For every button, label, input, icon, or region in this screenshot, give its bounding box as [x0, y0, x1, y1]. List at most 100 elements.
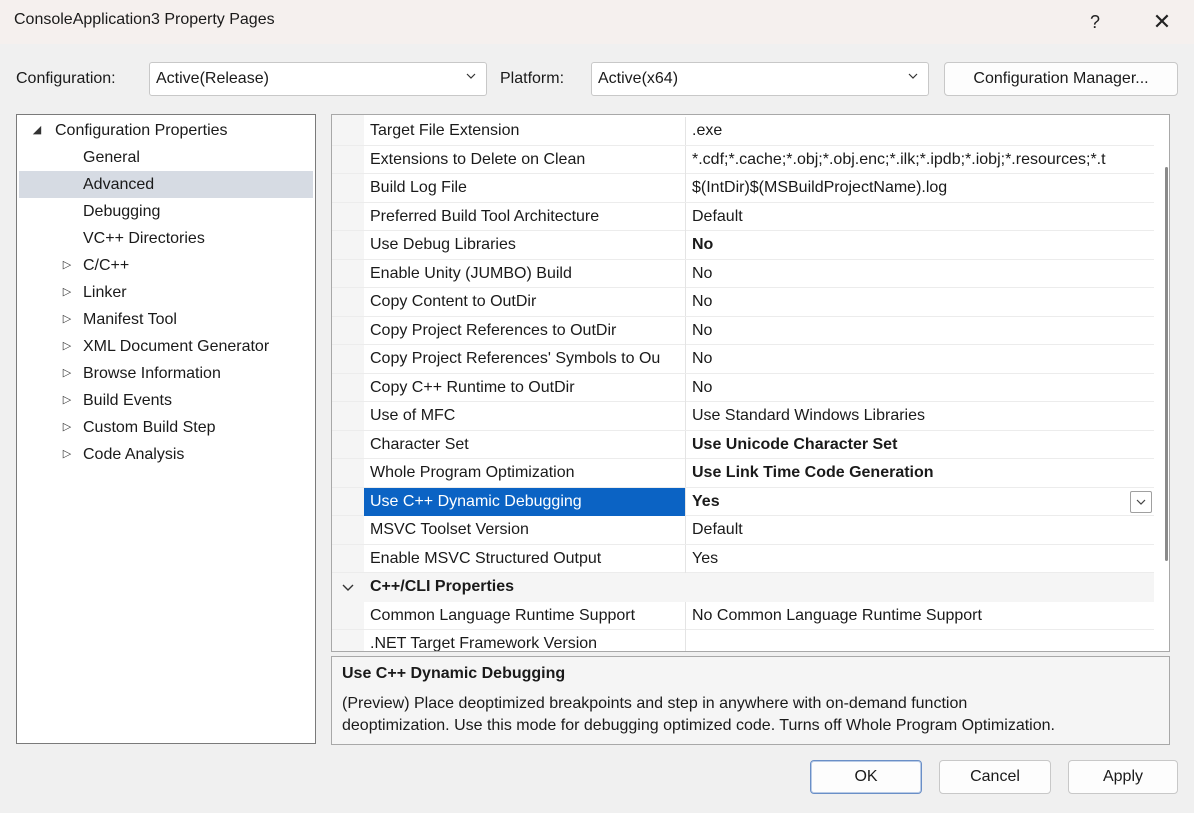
chevron-down-icon	[1136, 499, 1146, 505]
collapsed-arrow-icon[interactable]: ▷	[61, 441, 73, 468]
help-button[interactable]: ?	[1075, 4, 1115, 40]
property-row[interactable]: Enable MSVC Structured Output Yes	[332, 544, 1154, 573]
property-row[interactable]: Use Debug Libraries No	[332, 231, 1154, 260]
property-value[interactable]: Default	[686, 516, 1154, 544]
tree-item[interactable]: ▷ Build Events	[19, 387, 313, 414]
property-row[interactable]: Target File Extension .exe	[332, 117, 1154, 146]
property-name: Copy Content to OutDir	[364, 288, 686, 316]
property-row[interactable]: Copy C++ Runtime to OutDir No	[332, 373, 1154, 402]
tree-item[interactable]: ▷ C/C++	[19, 252, 313, 279]
property-name: Whole Program Optimization	[364, 459, 686, 487]
tree-item-label: Build Events	[83, 392, 172, 409]
expanded-arrow-icon[interactable]: ◢	[31, 117, 43, 144]
property-row[interactable]: .NET Target Framework Version	[332, 630, 1154, 651]
property-row[interactable]: Use C++ Dynamic Debugging Yes	[332, 487, 1154, 516]
property-row[interactable]: Copy Content to OutDir No	[332, 288, 1154, 317]
collapsed-arrow-icon[interactable]: ▷	[61, 360, 73, 387]
property-name: MSVC Toolset Version	[364, 516, 686, 544]
property-value[interactable]: No	[686, 345, 1154, 373]
collapsed-arrow-icon[interactable]: ▷	[61, 279, 73, 306]
apply-button[interactable]: Apply	[1068, 760, 1178, 794]
property-value[interactable]: Default	[686, 203, 1154, 231]
ok-button[interactable]: OK	[810, 760, 922, 794]
property-row[interactable]: Preferred Build Tool Architecture Default	[332, 202, 1154, 231]
cancel-button[interactable]: Cancel	[939, 760, 1051, 794]
close-button[interactable]: ✕	[1142, 4, 1182, 40]
property-row[interactable]: Extensions to Delete on Clean *.cdf;*.cac…	[332, 145, 1154, 174]
collapsed-arrow-icon[interactable]: ▷	[61, 306, 73, 333]
tree-item-label: Code Analysis	[83, 446, 185, 463]
configuration-dropdown[interactable]: Active(Release)	[149, 62, 487, 96]
property-value[interactable]: No	[686, 288, 1154, 316]
tree-item[interactable]: ▷ Code Analysis	[19, 441, 313, 468]
description-title: Use C++ Dynamic Debugging	[342, 665, 566, 682]
tree-item-label: Custom Build Step	[83, 419, 216, 436]
property-value[interactable]: No	[686, 231, 1154, 259]
tree-item[interactable]: ▷ Manifest Tool	[19, 306, 313, 333]
property-row[interactable]: Common Language Runtime Support No Common…	[332, 601, 1154, 630]
tree-item[interactable]: ▷ Linker	[19, 279, 313, 306]
property-row[interactable]: Use of MFC Use Standard Windows Libraries	[332, 402, 1154, 431]
tree-item[interactable]: ▷ Custom Build Step	[19, 414, 313, 441]
platform-dropdown[interactable]: Active(x64)	[591, 62, 929, 96]
tree-item[interactable]: General	[19, 144, 313, 171]
description-panel: Use C++ Dynamic Debugging (Preview) Plac…	[331, 656, 1170, 745]
chevron-down-icon	[466, 73, 476, 79]
platform-label: Platform:	[500, 70, 565, 87]
property-row[interactable]: Build Log File $(IntDir)$(MSBuildProjectN…	[332, 174, 1154, 203]
property-row[interactable]: Whole Program Optimization Use Link Time …	[332, 459, 1154, 488]
property-value[interactable]: $(IntDir)$(MSBuildProjectName).log	[686, 174, 1154, 202]
property-row[interactable]: Character Set Use Unicode Character Set	[332, 430, 1154, 459]
chevron-down-icon[interactable]	[342, 582, 354, 592]
collapsed-arrow-icon[interactable]: ▷	[61, 333, 73, 360]
property-value[interactable]: No	[686, 317, 1154, 345]
category-tree: ◢ Configuration Properties General Advanc…	[16, 114, 316, 744]
property-value[interactable]: Use Unicode Character Set	[686, 431, 1154, 459]
configuration-label: Configuration:	[16, 70, 116, 87]
property-value[interactable]: No Common Language Runtime Support	[686, 602, 1154, 630]
property-row[interactable]: MSVC Toolset Version Default	[332, 516, 1154, 545]
tree-item-label: Manifest Tool	[83, 311, 177, 328]
property-value[interactable]: No	[686, 260, 1154, 288]
tree-item-label: Debugging	[83, 203, 161, 220]
property-value[interactable]: Use Standard Windows Libraries	[686, 402, 1154, 430]
value-dropdown-button[interactable]	[1130, 490, 1152, 513]
collapsed-arrow-icon[interactable]: ▷	[61, 252, 73, 279]
tree-item[interactable]: ▷ XML Document Generator	[19, 333, 313, 360]
property-value[interactable]: *.cdf;*.cache;*.obj;*.obj.enc;*.ilk;*.ip…	[686, 146, 1154, 174]
configuration-manager-button[interactable]: Configuration Manager...	[944, 62, 1178, 96]
title-bar: ConsoleApplication3 Property Pages ? ✕	[0, 0, 1194, 44]
platform-value: Active(x64)	[598, 70, 679, 87]
property-name: Use C++ Dynamic Debugging	[364, 487, 686, 516]
property-row[interactable]: Copy Project References' Symbols to Ou No	[332, 345, 1154, 374]
property-value[interactable]: Yes	[686, 488, 1154, 516]
collapsed-arrow-icon[interactable]: ▷	[61, 414, 73, 441]
property-row[interactable]: Copy Project References to OutDir No	[332, 316, 1154, 345]
tree-item[interactable]: ▷ Browse Information	[19, 360, 313, 387]
configuration-row: Configuration: Active(Release) Platform:…	[0, 62, 1194, 96]
scrollbar-thumb[interactable]	[1165, 167, 1168, 561]
property-value[interactable]: No	[686, 374, 1154, 402]
tree-item-label: Browse Information	[83, 365, 221, 382]
collapsed-arrow-icon[interactable]: ▷	[61, 387, 73, 414]
description-line-1: (Preview) Place deoptimized breakpoints …	[342, 695, 968, 712]
property-name: .NET Target Framework Version	[364, 630, 686, 651]
property-name: Build Log File	[364, 174, 686, 202]
vertical-scrollbar[interactable]	[1154, 115, 1169, 651]
tree-item[interactable]: Advanced	[19, 171, 313, 198]
property-value[interactable]: Yes	[686, 545, 1154, 573]
property-row[interactable]: Enable Unity (JUMBO) Build No	[332, 259, 1154, 288]
property-name: Target File Extension	[364, 117, 686, 145]
tree-item-configuration-properties[interactable]: ◢ Configuration Properties	[19, 117, 313, 144]
chevron-down-icon	[908, 73, 918, 79]
property-name: Character Set	[364, 430, 686, 459]
configuration-value: Active(Release)	[156, 70, 269, 87]
tree-item[interactable]: Debugging	[19, 198, 313, 225]
category-header-cli[interactable]: C++/CLI Properties	[332, 573, 1154, 602]
property-value[interactable]	[686, 630, 1154, 651]
tree-item[interactable]: VC++ Directories	[19, 225, 313, 252]
property-value[interactable]: .exe	[686, 117, 1154, 145]
property-value[interactable]: Use Link Time Code Generation	[686, 459, 1154, 487]
property-name: Common Language Runtime Support	[364, 601, 686, 630]
tree-item-label: C/C++	[83, 257, 130, 274]
